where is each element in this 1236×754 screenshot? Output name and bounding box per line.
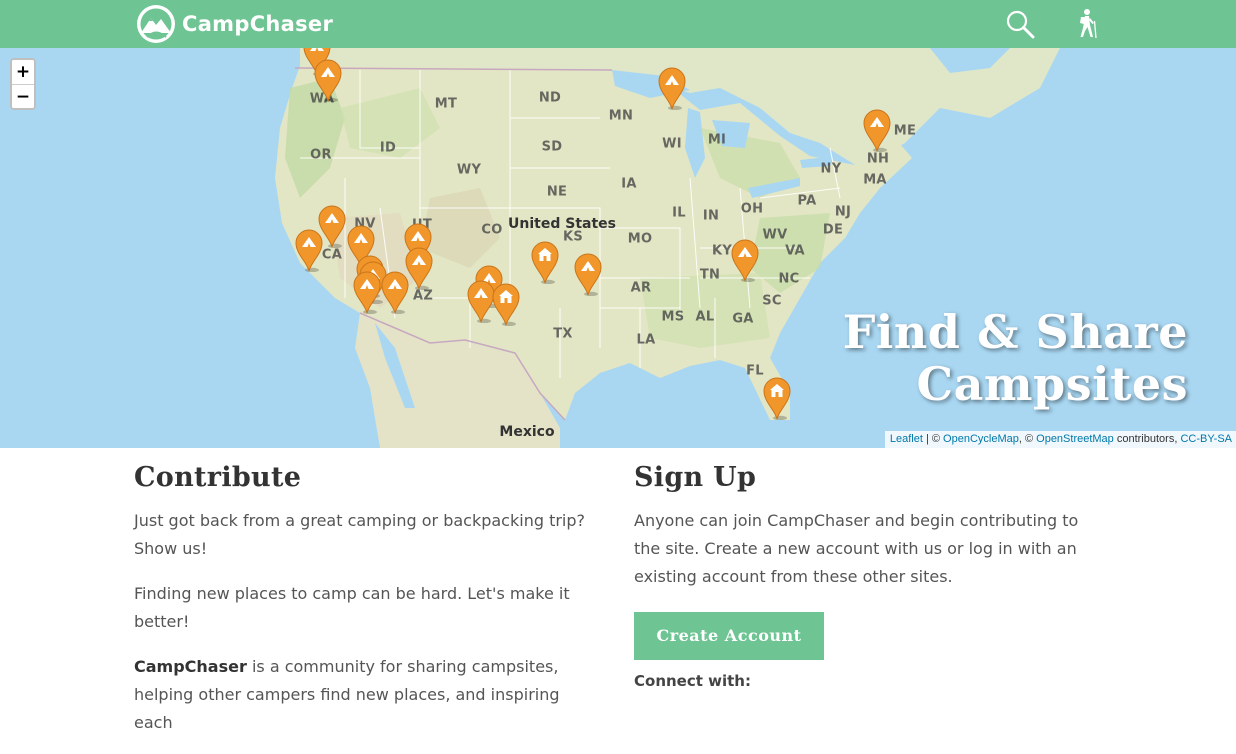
state-label: SD	[541, 139, 563, 155]
zoom-out-button[interactable]: −	[12, 84, 34, 108]
state-label: WV	[762, 227, 788, 243]
state-label: NJ	[834, 204, 852, 220]
state-label: MN	[608, 108, 634, 124]
state-label: TN	[699, 267, 721, 283]
state-label: WI	[662, 136, 682, 152]
state-label: TX	[553, 326, 573, 342]
state-label: OH	[740, 201, 764, 217]
brand-name: CampChaser	[182, 12, 334, 36]
state-label: SC	[762, 293, 782, 309]
state-label: AL	[695, 309, 715, 325]
state-label: IL	[672, 205, 686, 221]
state-label: MT	[434, 96, 458, 112]
tent-icon[interactable]	[657, 66, 687, 110]
state-label: AZ	[412, 288, 434, 304]
state-label: MS	[661, 309, 685, 325]
create-account-button[interactable]: Create Account	[634, 612, 824, 660]
country-label-mexico: Mexico	[499, 424, 555, 440]
contribute-paragraph-3: CampChaser is a community for sharing ca…	[134, 653, 594, 737]
state-label: WY	[456, 162, 482, 178]
state-label: LA	[636, 332, 656, 348]
state-label: MI	[707, 132, 727, 148]
attribution-separator: | ©	[922, 433, 944, 445]
zoom-control: + −	[10, 58, 36, 110]
tent-icon[interactable]	[573, 252, 603, 296]
signup-title: Sign Up	[634, 462, 757, 493]
state-label: GA	[732, 311, 754, 327]
state-label: AR	[630, 280, 652, 296]
tent-icon[interactable]	[380, 270, 410, 314]
state-label: IA	[621, 176, 637, 192]
state-label: NC	[778, 271, 800, 287]
state-label: CA	[321, 247, 343, 263]
state-label: MA	[863, 172, 887, 188]
signup-section: Sign Up Anyone can join CampChaser and b…	[634, 462, 1094, 690]
state-label: CO	[481, 222, 503, 238]
state-label: DE	[822, 222, 844, 238]
contribute-section: Contribute Just got back from a great ca…	[134, 462, 594, 754]
contribute-title: Contribute	[134, 462, 302, 493]
hero-line-1: Find & Share	[842, 305, 1188, 359]
state-label: MO	[627, 231, 653, 247]
country-label-us: United States	[508, 216, 616, 232]
state-label: NE	[546, 184, 568, 200]
contribute-paragraph-1: Just got back from a great camping or ba…	[134, 511, 586, 558]
state-label: OR	[310, 147, 332, 163]
attribution-separator: , ©	[1018, 433, 1037, 445]
tent-icon[interactable]	[294, 228, 324, 272]
zoom-in-button[interactable]: +	[12, 60, 34, 84]
tent-icon[interactable]	[352, 270, 382, 314]
top-navbar: CampChaser	[0, 0, 1236, 48]
hero-line-2: Campsites	[916, 357, 1188, 411]
state-label: ND	[538, 90, 562, 106]
attribution-separator: contributors,	[1113, 433, 1181, 445]
state-label: ME	[893, 123, 917, 139]
brand[interactable]: CampChaser	[136, 4, 333, 44]
state-label: PA	[797, 193, 817, 209]
cabin-icon[interactable]	[530, 240, 560, 284]
openstreetmap-link[interactable]: OpenStreetMap	[1036, 433, 1114, 445]
brand-mention: CampChaser	[134, 657, 247, 676]
opencyclemap-link[interactable]: OpenCycleMap	[943, 433, 1019, 445]
tent-icon[interactable]	[730, 238, 760, 282]
hero-heading: Find & Share Campsites	[843, 306, 1188, 410]
state-label: VA	[785, 243, 805, 259]
state-label: NH	[866, 151, 890, 167]
signup-paragraph: Anyone can join CampChaser and begin con…	[634, 511, 1079, 586]
campsite-map[interactable]: WA MT ND MN OR ID SD WI MI ME WY NE IA N…	[0, 48, 1236, 448]
map-attribution: Leaflet | © OpenCycleMap, © OpenStreetMa…	[884, 431, 1236, 448]
cabin-icon[interactable]	[762, 376, 792, 420]
tent-icon[interactable]	[862, 108, 892, 152]
license-link[interactable]: CC-BY-SA	[1180, 433, 1232, 445]
leaflet-link[interactable]: Leaflet	[890, 433, 923, 445]
state-label: ID	[379, 140, 397, 156]
state-label: NY	[820, 161, 842, 177]
state-label: IN	[702, 208, 720, 224]
hiker-icon[interactable]	[1070, 8, 1102, 40]
tent-icon[interactable]	[313, 58, 343, 102]
search-icon[interactable]	[1004, 8, 1036, 40]
cabin-icon[interactable]	[491, 282, 521, 326]
contribute-paragraph-2: Finding new places to camp can be hard. …	[134, 584, 570, 631]
mountain-logo-icon	[137, 5, 175, 43]
connect-with-label: Connect with:	[634, 672, 751, 690]
